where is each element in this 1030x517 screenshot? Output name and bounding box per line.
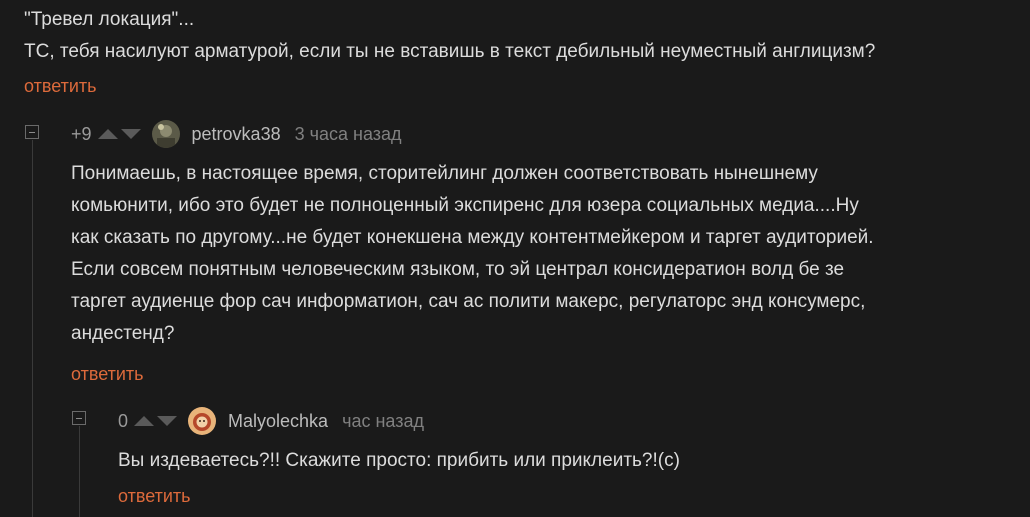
arrow-up-icon[interactable] (134, 416, 155, 426)
comment-line: андестенд? (71, 323, 175, 344)
arrow-up-icon[interactable] (97, 129, 118, 139)
avatar[interactable] (151, 120, 180, 148)
rating-value: 0 (118, 410, 129, 431)
collapse-minus-icon[interactable] (72, 411, 86, 425)
comment-line: комьюнити, ибо это будет не полноценный … (71, 195, 859, 216)
collapse-minus-icon[interactable] (25, 125, 39, 139)
comment-top-line-1: "Тревел локация"... (24, 9, 195, 30)
reply-button[interactable]: ответить (71, 364, 144, 385)
comment-line: Понимаешь, в настоящее время, сторитейли… (71, 163, 818, 184)
comment-line: как сказать по другому...не будет конекш… (71, 227, 874, 248)
comment-header: +9 petrovka38 3 часа назад (71, 120, 402, 148)
arrow-down-icon[interactable] (157, 416, 178, 426)
reply-button[interactable]: ответить (24, 76, 97, 97)
timestamp[interactable]: час назад (342, 411, 424, 432)
arrow-down-icon[interactable] (120, 129, 141, 139)
comment-line: Вы издеваетесь?!! Скажите просто: прибит… (118, 450, 680, 471)
rating-value: +9 (71, 123, 92, 144)
comment-header: 0 Malyolechka час назад (118, 407, 424, 435)
comment-line: таргет аудиенце фор сач информатион, сач… (71, 291, 866, 312)
avatar[interactable] (188, 407, 217, 435)
comment-top: "Тревел локация"... ТС, тебя насилуют ар… (24, 4, 1024, 68)
timestamp[interactable]: 3 часа назад (295, 124, 402, 145)
comment-top-line-2: ТС, тебя насилуют арматурой, если ты не … (24, 41, 876, 62)
comment-body: Понимаешь, в настоящее время, сторитейли… (71, 158, 1021, 350)
thread-line[interactable] (32, 140, 33, 517)
thread-line[interactable] (79, 426, 80, 517)
comment-body: Вы издеваетесь?!! Скажите просто: прибит… (118, 445, 1018, 477)
author-name[interactable]: Malyolechka (228, 411, 328, 432)
comment-line: Если совсем понятным человеческим языком… (71, 259, 845, 280)
author-name[interactable]: petrovka38 (192, 124, 281, 145)
reply-button[interactable]: ответить (118, 486, 191, 507)
